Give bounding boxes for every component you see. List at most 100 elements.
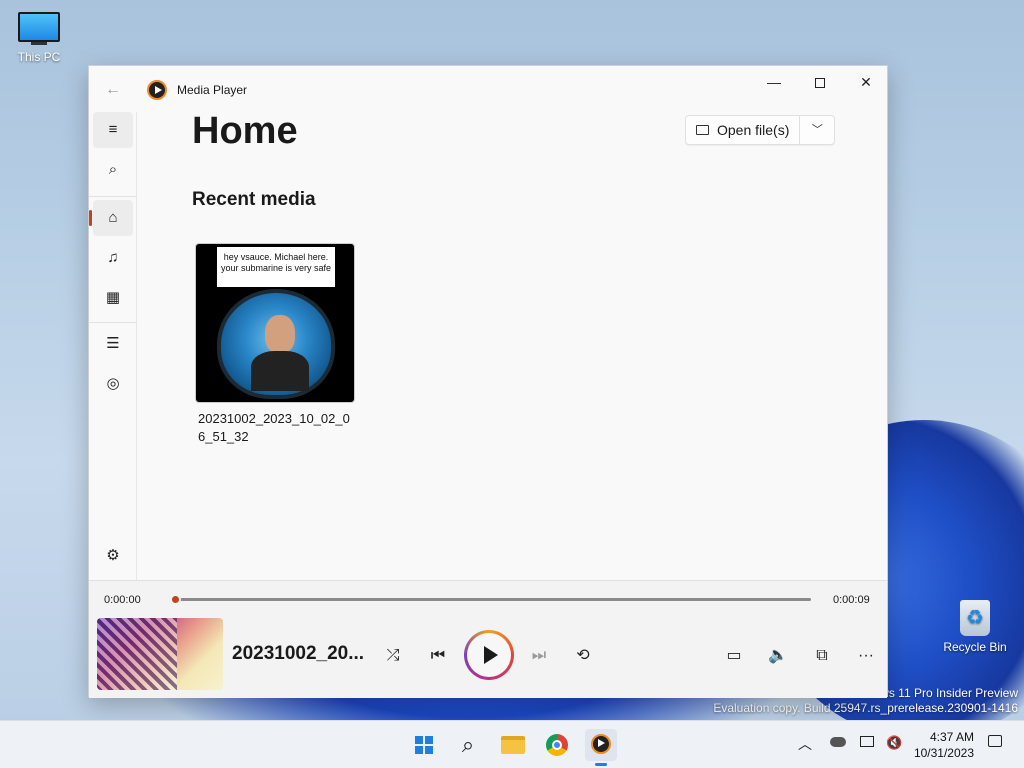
repeat-icon: ⟲ xyxy=(576,647,590,664)
nav-video-button[interactable]: ▦ xyxy=(93,280,133,316)
previous-track-icon: ⏮ xyxy=(430,647,446,664)
chrome-button[interactable] xyxy=(541,729,573,761)
start-button[interactable] xyxy=(408,729,440,761)
open-files-button[interactable]: Open file(s) xyxy=(686,116,801,144)
app-title: Media Player xyxy=(177,83,248,97)
folder-icon xyxy=(696,125,709,135)
total-time: 0:00:09 xyxy=(833,594,870,606)
show-hidden-icons-button[interactable]: ︿ xyxy=(798,734,812,754)
more-options-button[interactable]: ··· xyxy=(851,641,881,671)
shuffle-icon: ⤮ xyxy=(386,647,400,664)
media-file-name: 20231002_2023_10_02_0 6_51_32 xyxy=(195,410,355,446)
captions-icon: ▭ xyxy=(726,647,742,664)
captions-button[interactable]: ▭ xyxy=(719,641,749,671)
media-thumbnail: hey vsauce. Michael here. your submarine… xyxy=(195,243,355,403)
repeat-button[interactable]: ⟲ xyxy=(568,641,598,671)
nav-menu-button[interactable]: ≡ xyxy=(93,112,133,148)
nav-home-button[interactable]: ⌂ xyxy=(89,200,133,236)
file-explorer-button[interactable] xyxy=(497,729,529,761)
maximize-button[interactable] xyxy=(797,66,843,98)
watermark-line-2: Evaluation copy. Build 25947.rs_prerelea… xyxy=(713,701,1018,715)
thumbnail-porthole-image xyxy=(217,289,335,399)
folder-icon xyxy=(501,736,525,754)
active-indicator xyxy=(89,210,92,226)
volume-icon: 🔈 xyxy=(768,647,788,664)
thumbnail-caption-line: hey vsauce. Michael here. xyxy=(223,252,329,262)
thumbnail-person-body xyxy=(251,351,309,391)
page-title: Home xyxy=(192,110,298,152)
nav-divider xyxy=(89,322,137,323)
thumbnail-caption-line: your submarine is very safe xyxy=(220,263,332,273)
media-file-name-line: 6_51_32 xyxy=(198,429,249,444)
close-button[interactable]: ✕ xyxy=(843,66,889,98)
search-icon: ⌕ xyxy=(108,161,118,178)
network-tray-icon[interactable] xyxy=(860,734,874,750)
chevron-up-icon: ︿ xyxy=(798,736,812,752)
recent-media-item[interactable]: hey vsauce. Michael here. your submarine… xyxy=(195,243,355,446)
navigation-rail: ≡ ⌕ ⌂ ♫ ▦ ☰ ◎ ⚙ xyxy=(89,112,137,580)
gear-icon: ⚙ xyxy=(106,547,120,564)
current-time: 0:00:00 xyxy=(104,594,141,606)
clock-date: 10/31/2023 xyxy=(913,746,974,760)
title-bar[interactable]: ← Media Player — ✕ xyxy=(89,66,887,112)
taskbar: ⌕ ︿ 🔇 4:37 AM 10/31/2023 xyxy=(0,720,1024,768)
open-files-dropdown-button[interactable]: ﹀ xyxy=(800,116,834,144)
nav-settings-button[interactable]: ⚙ xyxy=(93,538,133,574)
now-playing-thumbnail[interactable] xyxy=(97,618,223,690)
nav-music-button[interactable]: ♫ xyxy=(93,240,133,276)
monitor-icon xyxy=(860,736,874,747)
shuffle-button[interactable]: ⤮ xyxy=(378,641,408,671)
minimize-button[interactable]: — xyxy=(751,66,797,98)
search-icon: ⌕ xyxy=(461,732,475,757)
more-icon: ··· xyxy=(858,647,874,664)
seek-thumb[interactable] xyxy=(170,594,181,605)
taskbar-search-button[interactable]: ⌕ xyxy=(452,729,484,761)
computer-icon xyxy=(18,12,60,46)
hamburger-icon: ≡ xyxy=(108,121,118,138)
thumbnail-person-head xyxy=(265,315,295,353)
volume-button[interactable]: 🔈 xyxy=(763,641,793,671)
desktop-icon-this-pc[interactable]: This PC xyxy=(2,12,76,64)
nav-divider xyxy=(89,196,137,197)
desktop-icon-label: This PC xyxy=(17,50,61,64)
notifications-button[interactable] xyxy=(988,734,1002,750)
recycle-bin-icon: ♻ xyxy=(960,600,990,636)
notification-icon xyxy=(988,735,1002,747)
play-button[interactable] xyxy=(464,630,514,680)
windows-logo-icon xyxy=(415,736,433,754)
media-player-window: ← Media Player — ✕ ≡ ⌕ ⌂ ♫ ▦ ☰ ◎ ⚙ Home … xyxy=(88,65,888,698)
section-title-recent-media: Recent media xyxy=(192,189,316,210)
miniplayer-icon: ⧉ xyxy=(816,647,828,664)
player-bar: 0:00:00 0:00:09 20231002_20... ⤮ ⏮ ⏭ ⟲ ▭… xyxy=(89,580,887,698)
media-file-name-line: 20231002_2023_10_02_0 xyxy=(198,411,350,426)
nav-playlists-button[interactable]: ☰ xyxy=(93,326,133,362)
next-button[interactable]: ⏭ xyxy=(524,641,554,671)
nav-play-queue-button[interactable]: ◎ xyxy=(93,366,133,402)
miniplayer-button[interactable]: ⧉ xyxy=(807,641,837,671)
onedrive-tray-icon[interactable] xyxy=(830,734,846,750)
media-player-logo-icon xyxy=(147,80,167,100)
music-note-icon: ♫ xyxy=(107,249,119,266)
now-playing-title[interactable]: 20231002_20... xyxy=(232,643,364,665)
back-button[interactable]: ← xyxy=(101,78,125,102)
volume-tray-icon[interactable]: 🔇 xyxy=(886,734,902,751)
open-files-label: Open file(s) xyxy=(717,122,790,138)
desktop-icon-recycle-bin[interactable]: ♻ Recycle Bin xyxy=(938,600,1012,654)
play-icon xyxy=(467,633,511,677)
watermark-line-1: ws 11 Pro Insider Preview xyxy=(880,686,1018,700)
media-player-taskbar-button[interactable] xyxy=(585,729,617,766)
clock[interactable]: 4:37 AM 10/31/2023 xyxy=(912,729,974,761)
cloud-icon xyxy=(830,737,846,747)
chevron-down-icon: ﹀ xyxy=(811,124,823,136)
play-queue-icon: ◎ xyxy=(106,375,120,392)
seek-bar[interactable] xyxy=(170,594,811,605)
nav-search-button[interactable]: ⌕ xyxy=(93,152,133,188)
media-player-logo-icon xyxy=(591,734,611,754)
chrome-icon xyxy=(546,734,568,756)
desktop-icon-label: Recycle Bin xyxy=(943,640,1007,654)
home-icon: ⌂ xyxy=(108,209,118,226)
playlist-icon: ☰ xyxy=(106,335,120,352)
clock-time: 4:37 AM xyxy=(929,730,974,744)
next-track-icon: ⏭ xyxy=(531,647,547,664)
previous-button[interactable]: ⏮ xyxy=(423,641,453,671)
